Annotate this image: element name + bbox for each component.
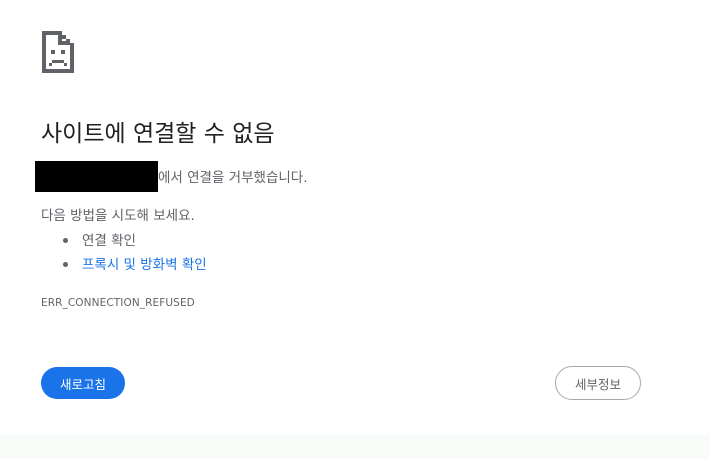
bullet-icon: [63, 238, 68, 243]
suggestion-label: 연결 확인: [82, 233, 136, 249]
error-code: ERR_CONNECTION_REFUSED: [41, 297, 195, 309]
page-title: 사이트에 연결할 수 없음: [41, 121, 275, 147]
footer-strip: [0, 435, 710, 459]
redacted-hostname: [35, 161, 158, 192]
bullet-icon: [63, 262, 68, 267]
refused-message: 에서 연결을 거부했습니다.: [158, 170, 308, 186]
suggestions-list: 연결 확인 프록시 및 방화벽 확인: [41, 229, 207, 277]
suggestion-check-proxy-firewall: 프록시 및 방화벽 확인: [41, 253, 207, 277]
suggestion-check-connection: 연결 확인: [41, 229, 207, 253]
sad-document-icon: [42, 31, 74, 73]
error-page: 사이트에 연결할 수 없음 에서 연결을 거부했습니다. 다음 방법을 시도해 …: [0, 0, 710, 459]
check-proxy-firewall-link[interactable]: 프록시 및 방화벽 확인: [82, 257, 207, 273]
reload-button[interactable]: 새로고침: [41, 367, 125, 399]
suggestions-heading: 다음 방법을 시도해 보세요.: [41, 208, 195, 224]
details-button[interactable]: 세부정보: [555, 366, 641, 400]
